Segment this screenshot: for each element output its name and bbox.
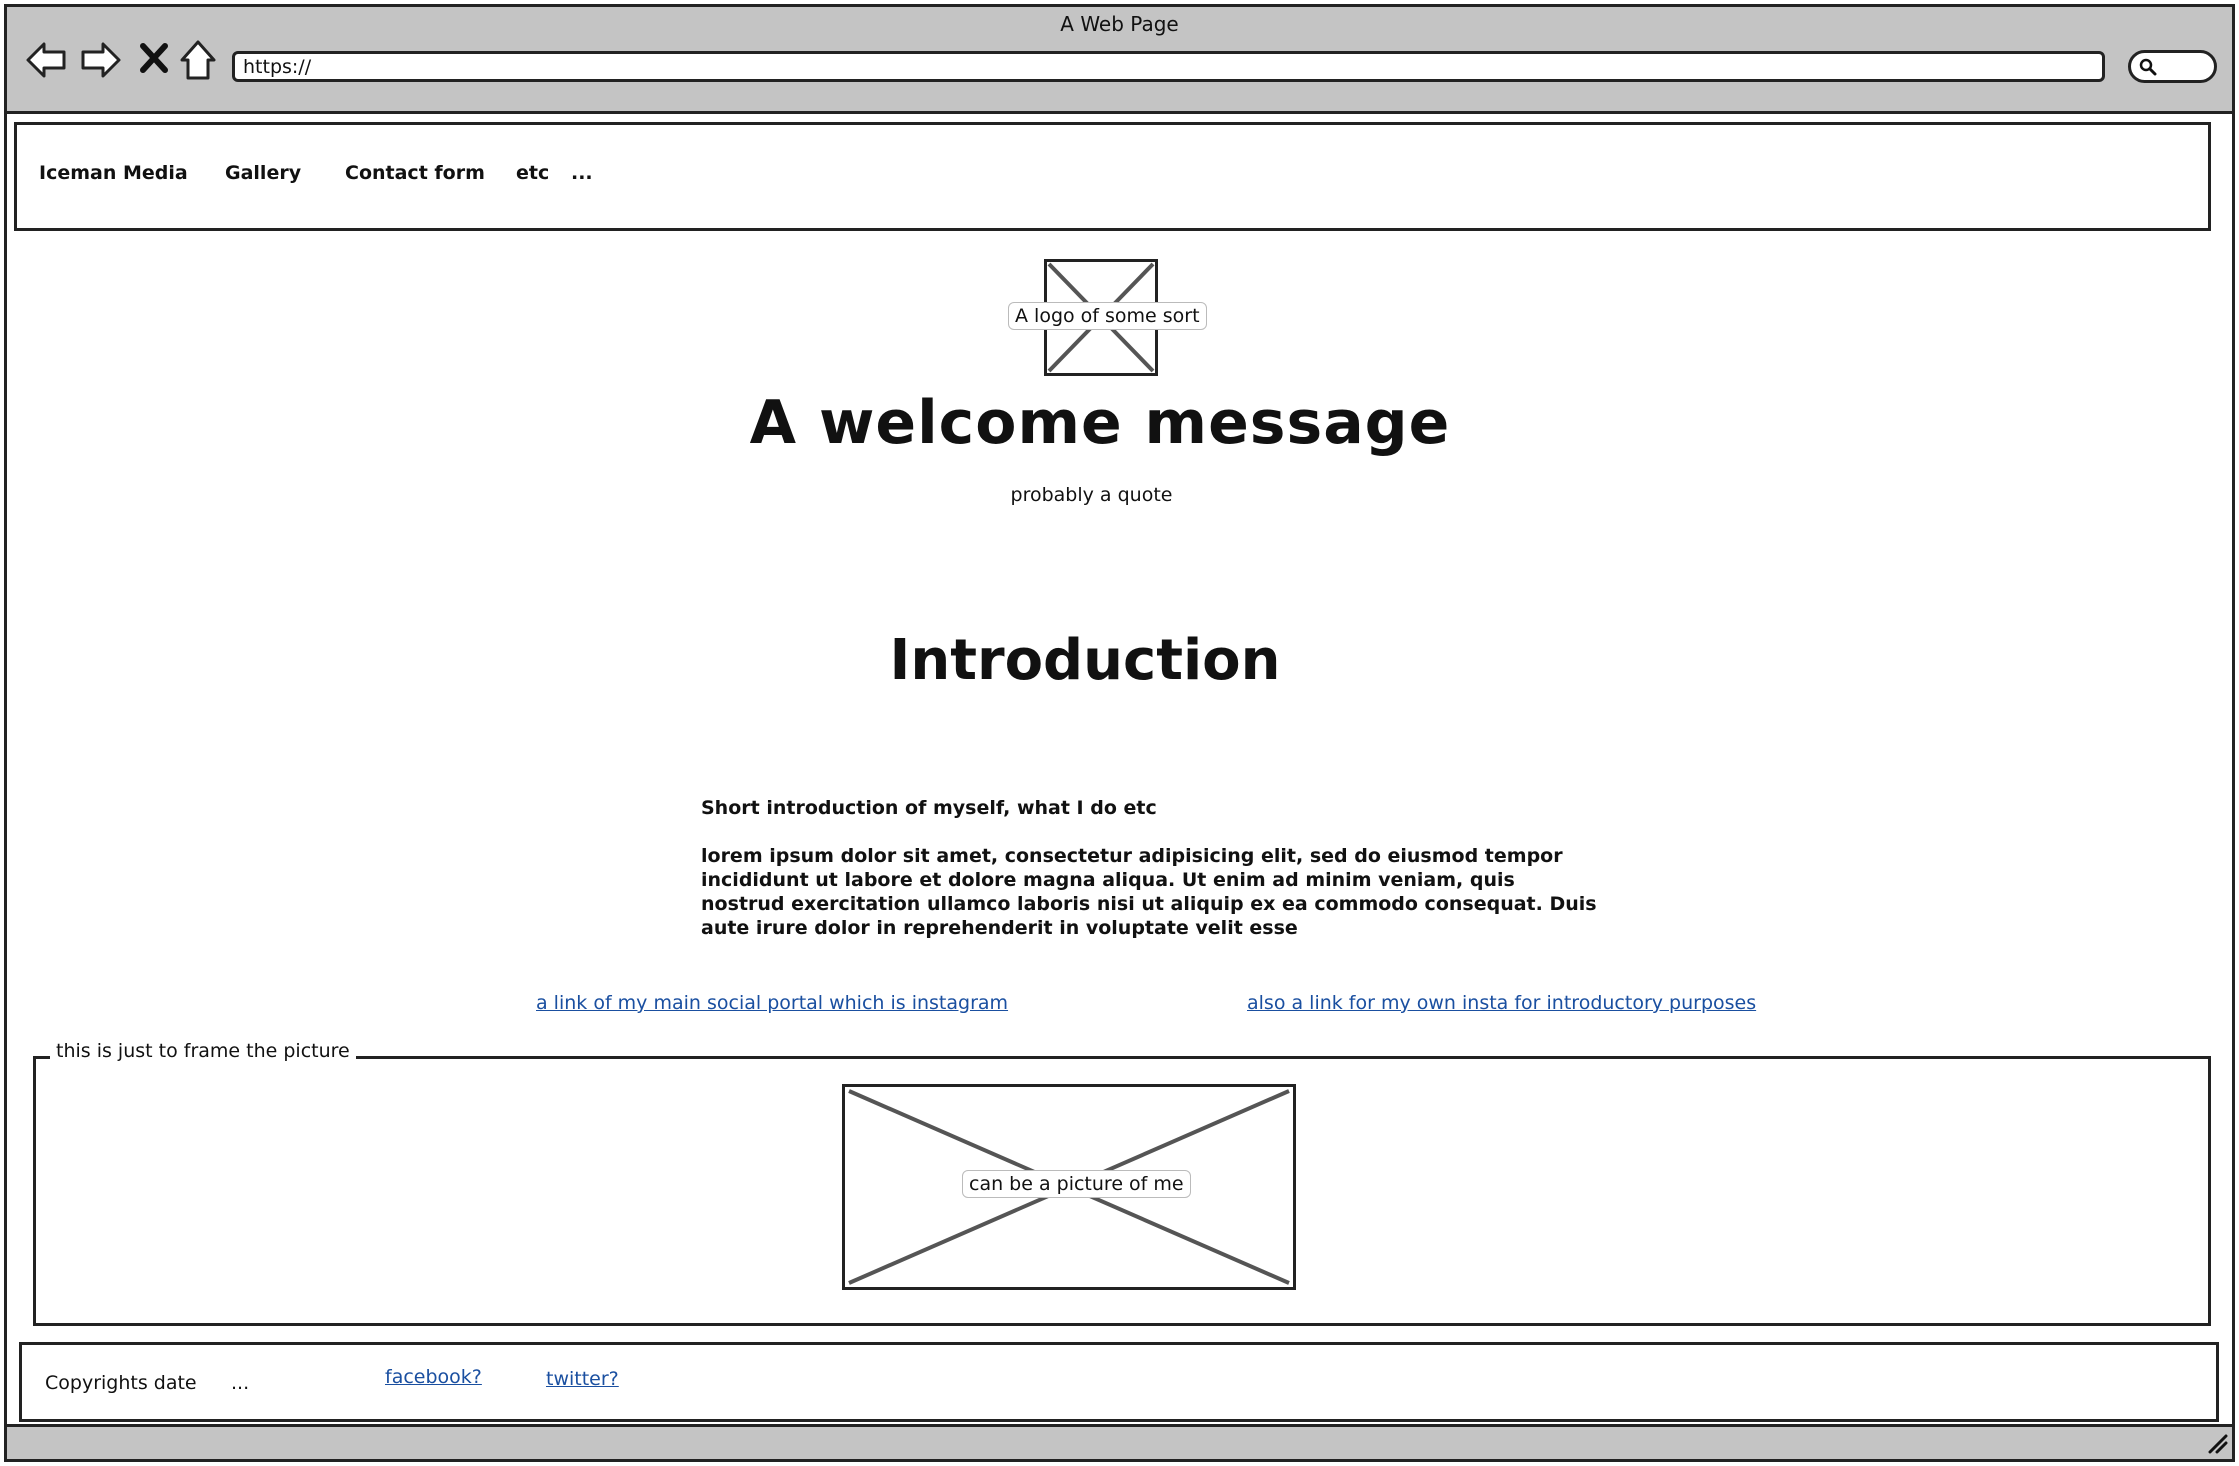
url-input[interactable]: https:// (232, 51, 2105, 82)
nav-item-more[interactable]: ... (571, 162, 593, 184)
intro-heading: Introduction (889, 628, 1281, 693)
search-icon (2139, 58, 2157, 76)
instagram-own-link[interactable]: also a link for my own insta for introdu… (1247, 992, 1756, 1014)
nav-item-iceman-media[interactable]: Iceman Media (39, 162, 188, 184)
twitter-link[interactable]: twitter? (546, 1368, 619, 1390)
footer-ellipsis: ... (231, 1372, 250, 1394)
close-icon[interactable] (137, 40, 171, 76)
welcome-heading: A welcome message (749, 388, 1451, 458)
window-title: A Web Page (1060, 12, 1179, 36)
footer (19, 1342, 2219, 1422)
home-icon[interactable] (178, 38, 218, 82)
nav-item-gallery[interactable]: Gallery (225, 162, 301, 184)
copyright-text: Copyrights date (45, 1372, 197, 1394)
back-arrow-icon[interactable] (24, 38, 68, 82)
status-bar (7, 1424, 2232, 1459)
logo-caption: A logo of some sort (1008, 302, 1207, 330)
picture-frame-legend: this is just to frame the picture (50, 1040, 356, 1062)
intro-subheading: Short introduction of myself, what I do … (701, 797, 1157, 819)
nav-item-contact-form[interactable]: Contact form (345, 162, 485, 184)
forward-arrow-icon[interactable] (79, 38, 123, 82)
nav-item-etc[interactable]: etc (516, 162, 549, 184)
search-field[interactable] (2128, 50, 2217, 83)
profile-picture-caption: can be a picture of me (962, 1170, 1191, 1198)
resize-grip-icon[interactable] (2206, 1432, 2228, 1454)
nav-bar (14, 122, 2211, 231)
instagram-main-link[interactable]: a link of my main social portal which is… (536, 992, 1008, 1014)
facebook-link[interactable]: facebook? (385, 1366, 482, 1388)
intro-paragraph: lorem ipsum dolor sit amet, consectetur … (701, 845, 1597, 939)
quote-text: probably a quote (1010, 484, 1173, 506)
